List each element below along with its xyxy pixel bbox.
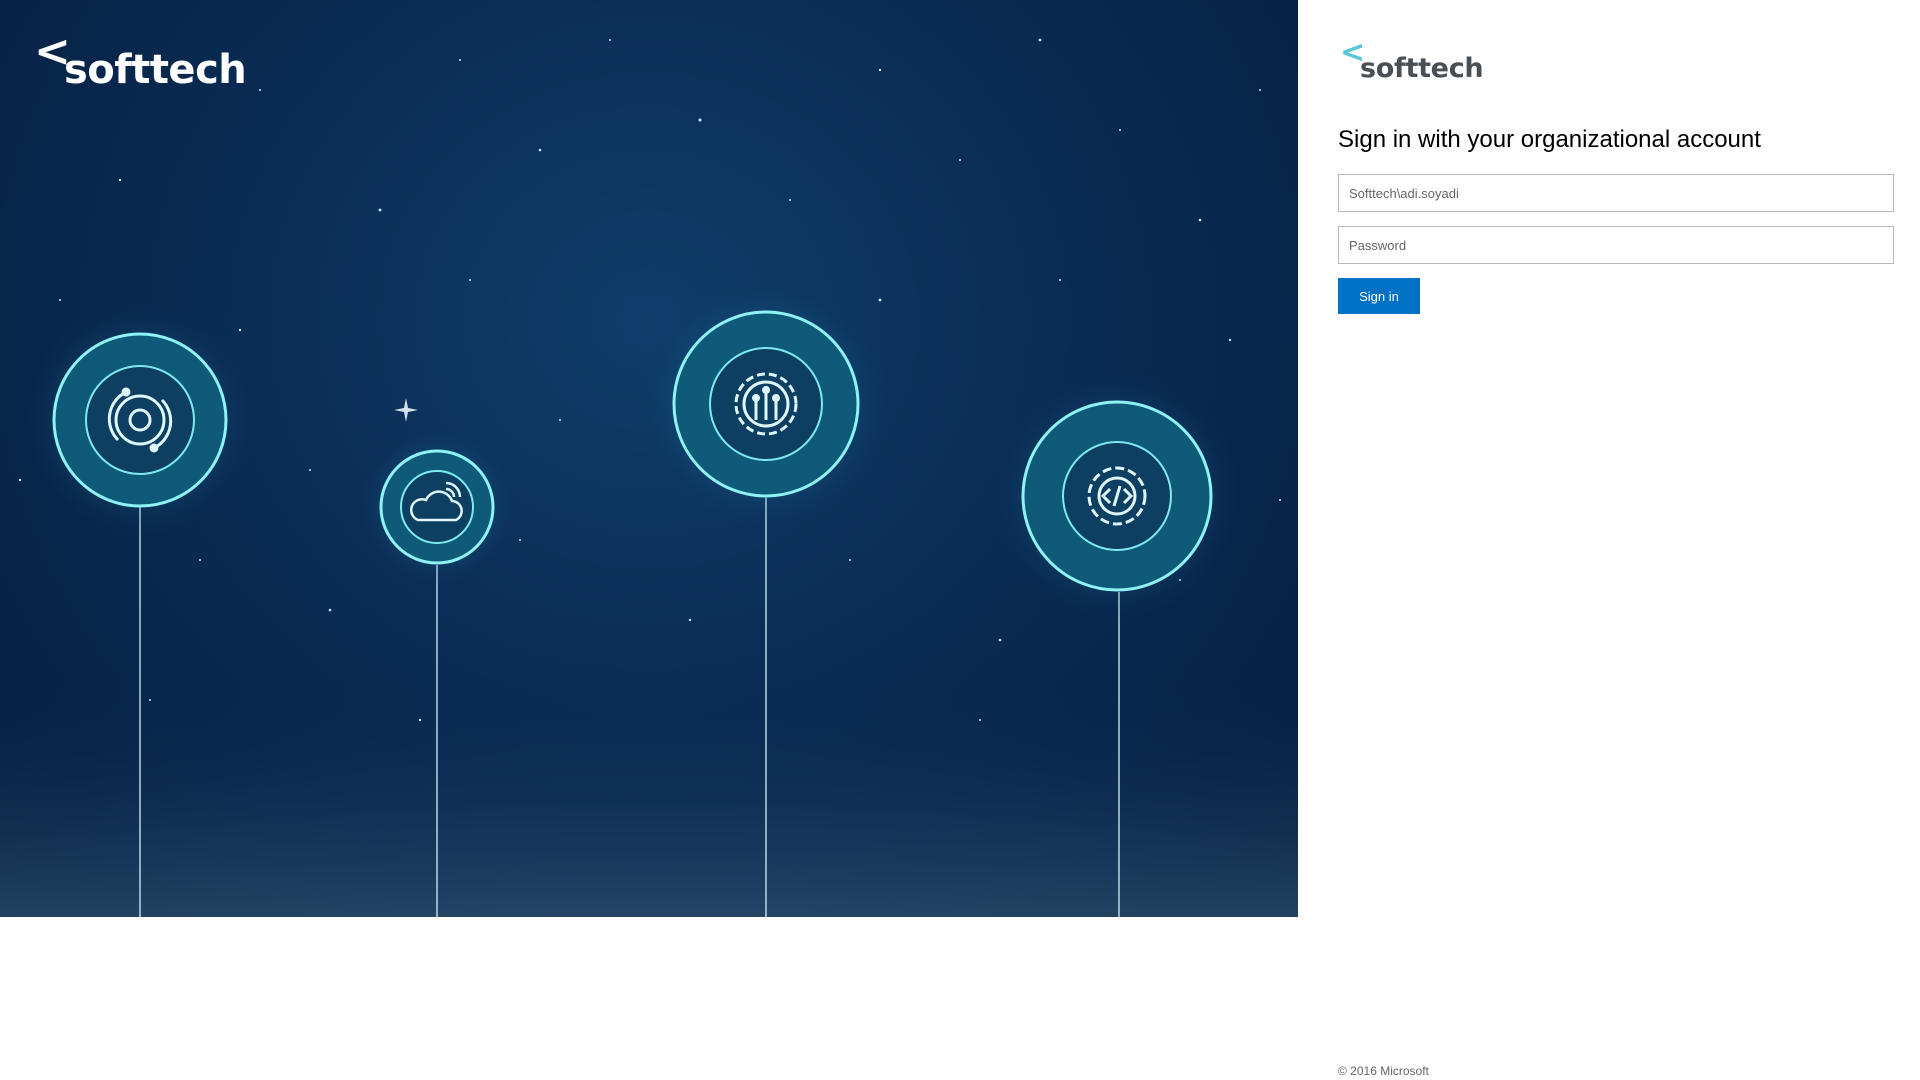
illustration-panel: < softtech: [0, 0, 1298, 917]
sign-in-button[interactable]: Sign in: [1338, 278, 1420, 314]
username-input[interactable]: [1338, 174, 1894, 212]
gear-code-node: [989, 368, 1245, 624]
password-input[interactable]: [1338, 226, 1894, 264]
illustration-logo: < softtech: [34, 30, 247, 100]
brand-logo: < softtech: [1340, 38, 1510, 88]
logo-wordmark: softtech: [64, 47, 247, 93]
gear-circuit-node: [638, 276, 894, 532]
cloud-signal-node: [357, 427, 517, 587]
brand-logo-wordmark: softtech: [1360, 53, 1484, 84]
login-pane: < softtech Sign in with your organizatio…: [1298, 0, 1920, 1080]
starfield-background: [0, 38, 1298, 917]
page-title: Sign in with your organizational account: [1338, 126, 1761, 153]
copyright-footer: © 2016 Microsoft: [1338, 1064, 1429, 1078]
gear-cycle-node: [20, 300, 260, 540]
